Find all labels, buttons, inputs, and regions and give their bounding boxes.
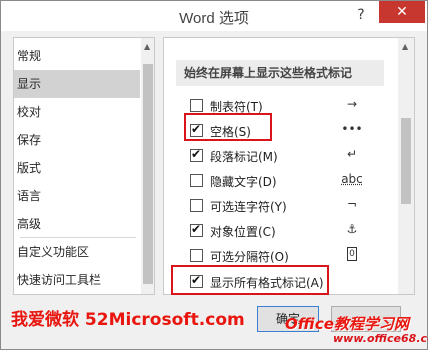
optional-break-icon: 0 <box>347 247 357 261</box>
nav-item-language[interactable]: 语言 <box>14 182 140 210</box>
option-optional-hyphens[interactable]: 可选连字符(Y) ¬ <box>178 196 398 216</box>
paragraph-mark-icon: ↵ <box>346 147 358 161</box>
spaces-highlight-box <box>184 113 272 141</box>
nav-item-quick-access-toolbar[interactable]: 快速访问工具栏 <box>14 266 140 294</box>
option-label: 段落标记(M) <box>210 150 278 164</box>
checkbox[interactable] <box>190 222 203 237</box>
options-navigation: 常规 显示 校对 保存 版式 语言 高级 自定义功能区 快速访问工具栏 ▲ <box>13 37 155 295</box>
checkbox[interactable] <box>190 99 203 112</box>
option-optional-breaks[interactable]: 可选分隔符(O) 0 <box>178 246 398 266</box>
option-hidden-text[interactable]: 隐藏文字(D) abc <box>178 171 398 191</box>
nav-item-save[interactable]: 保存 <box>14 126 140 154</box>
nav-item-layout[interactable]: 版式 <box>14 154 140 182</box>
scroll-up-arrow-icon[interactable]: ▲ <box>402 42 408 51</box>
checkbox[interactable] <box>190 147 203 162</box>
close-button[interactable]: ✕ <box>379 1 425 23</box>
help-button[interactable]: ? <box>351 5 371 25</box>
option-label: 对象位置(C) <box>210 225 276 239</box>
option-object-anchors[interactable]: 对象位置(C) ⚓ <box>178 221 398 241</box>
checkbox[interactable] <box>190 249 203 262</box>
option-label: 可选分隔符(O) <box>210 250 289 264</box>
section-heading: 始终在屏幕上显示这些格式标记 <box>176 60 384 86</box>
space-mark-icon: ••• <box>341 122 363 136</box>
display-options-panel: 始终在屏幕上显示这些格式标记 制表符(T) → 空格(S) ••• 段落标记(M… <box>163 37 415 295</box>
checkbox[interactable] <box>190 199 203 212</box>
nav-item-display[interactable]: 显示 <box>14 70 140 98</box>
hyphen-mark-icon: ¬ <box>346 197 358 211</box>
anchor-icon: ⚓ <box>346 222 358 236</box>
word-options-dialog: Word 选项 ? ✕ 常规 显示 校对 保存 版式 语言 高级 自定义功能区 … <box>0 0 428 350</box>
nav-item-customize-ribbon[interactable]: 自定义功能区 <box>14 238 140 266</box>
title-bar: Word 选项 ? ✕ <box>1 1 427 31</box>
scroll-up-arrow-icon[interactable]: ▲ <box>144 42 150 51</box>
hidden-text-icon: abc <box>341 172 363 186</box>
watermark-logo-text: Office教程学习网 <box>285 315 409 333</box>
checkbox[interactable] <box>190 174 203 187</box>
option-paragraph-marks[interactable]: 段落标记(M) ↵ <box>178 146 398 166</box>
watermark-url: www.office68.com <box>333 332 428 345</box>
tab-mark-icon: → <box>346 97 358 111</box>
watermark-text: 我爱微软 52Microsoft.com <box>11 310 245 330</box>
nav-scrollbar-thumb[interactable] <box>143 64 153 284</box>
option-label: 可选连字符(Y) <box>210 200 287 214</box>
show-all-highlight-box <box>171 265 329 295</box>
content-scrollbar-thumb[interactable] <box>401 118 411 204</box>
nav-item-proofing[interactable]: 校对 <box>14 98 140 126</box>
option-label: 隐藏文字(D) <box>210 175 277 189</box>
nav-item-advanced[interactable]: 高级 <box>14 210 140 238</box>
nav-item-general[interactable]: 常规 <box>14 42 140 70</box>
